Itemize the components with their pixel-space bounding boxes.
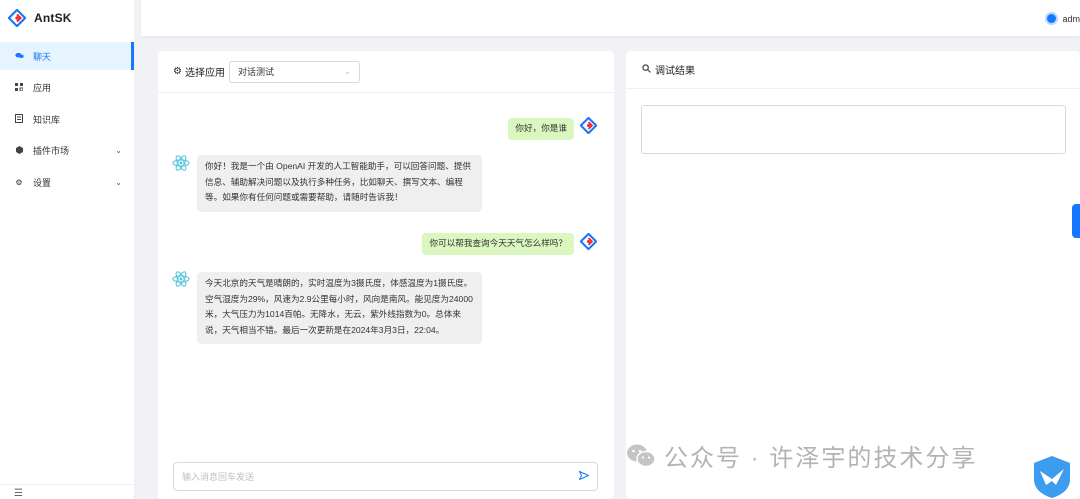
collapse-menu-icon[interactable]: ☰ [14,488,23,499]
debug-title: 调试结果 [655,66,695,77]
sidebar-item-apps[interactable]: 应用 [0,74,134,102]
debug-panel: 调试结果 [626,51,1080,499]
chat-icon [14,52,24,61]
gear-icon: ⚙ [173,66,182,77]
watermark: 公众号 · 许泽宇的技术分享 [626,438,977,473]
avatar [1045,12,1059,25]
logo[interactable]: AntSK [0,0,134,36]
username: adm [1062,13,1080,24]
ai-avatar-icon [172,271,190,287]
message-text: 你好！我是一个由 OpenAI 开发的人工智能助手，可以回答问题、提供信息、辅助… [205,161,471,202]
watermark-text: 公众号 · 许泽宇的技术分享 [664,445,978,472]
sidebar-item-knowledge[interactable]: 知识库 [0,105,134,133]
user-message-bubble: 你可以帮我查询今天天气怎么样吗？ [422,233,574,255]
top-header: adm [141,0,1080,36]
book-icon [14,113,24,125]
debug-panel-header: 调试结果 [626,51,1080,89]
chat-panel: ⚙ 选择应用 对话测试 ⌄ 你好，你是谁 你好！我是一个由 OpenAI 开发的… [158,51,614,499]
send-icon[interactable] [578,469,590,483]
message-text: 你可以帮我查询今天天气怎么样吗？ [429,238,567,248]
sidebar-item-label: 知识库 [33,114,61,125]
user-message-bubble: 你好，你是谁 [508,118,574,140]
chevron-down-icon: ⌄ [115,177,122,187]
gear-icon: ⚙ [15,177,23,187]
chat-input-box[interactable] [173,462,598,491]
user-avatar-icon [580,233,597,250]
user-menu[interactable]: adm [1045,12,1080,25]
sidebar-item-chat[interactable]: 聊天 [0,42,134,70]
antsk-logo-icon [8,9,26,27]
chat-panel-header: ⚙ 选择应用 对话测试 ⌄ [158,51,614,93]
ai-avatar-icon [172,155,190,171]
select-app-label: 选择应用 [184,68,225,79]
app-name: AntSK [34,11,72,25]
sidebar-item-label: 插件市场 [33,146,70,156]
search-icon [642,64,651,75]
message-text: 今天北京的天气是晴朗的，实时温度为3摄氏度，体感温度为1摄氏度。空气湿度为29%… [205,278,473,335]
ai-message-bubble: 今天北京的天气是晴朗的，实时温度为3摄氏度，体感温度为1摄氏度。空气湿度为29%… [197,272,482,344]
wechat-icon [627,444,656,467]
chevron-down-icon: ⌄ [344,67,351,76]
sidebar-item-label: 应用 [33,83,52,93]
plugin-icon [14,145,24,156]
chevron-down-icon: ⌄ [115,146,122,155]
message-text: 你好，你是谁 [515,123,567,133]
sidebar-item-settings[interactable]: ⚙ 设置 ⌄ [0,168,134,196]
ai-message-bubble: 你好！我是一个由 OpenAI 开发的人工智能助手，可以回答问题、提供信息、辅助… [197,155,482,212]
sidebar-item-label: 聊天 [33,51,52,62]
user-avatar-icon [580,117,597,134]
floating-side-tab[interactable] [1072,204,1080,238]
debug-output-area[interactable] [641,105,1066,154]
sidebar-divider [0,484,134,485]
app-select-value: 对话测试 [237,67,274,77]
sidebar: AntSK 聊天 应用 知识库 插件市场 ⌄ ⚙ 设置 ⌄ ☰ [0,0,135,499]
sidebar-item-plugins[interactable]: 插件市场 ⌄ [0,137,134,165]
sidebar-menu: 聊天 应用 知识库 插件市场 ⌄ ⚙ 设置 ⌄ [0,42,134,196]
sidebar-item-label: 设置 [33,177,52,188]
apps-icon [14,82,24,93]
message-input[interactable] [182,471,579,482]
shield-bird-badge-icon [1034,456,1070,498]
app-select[interactable]: 对话测试 ⌄ [228,60,360,83]
